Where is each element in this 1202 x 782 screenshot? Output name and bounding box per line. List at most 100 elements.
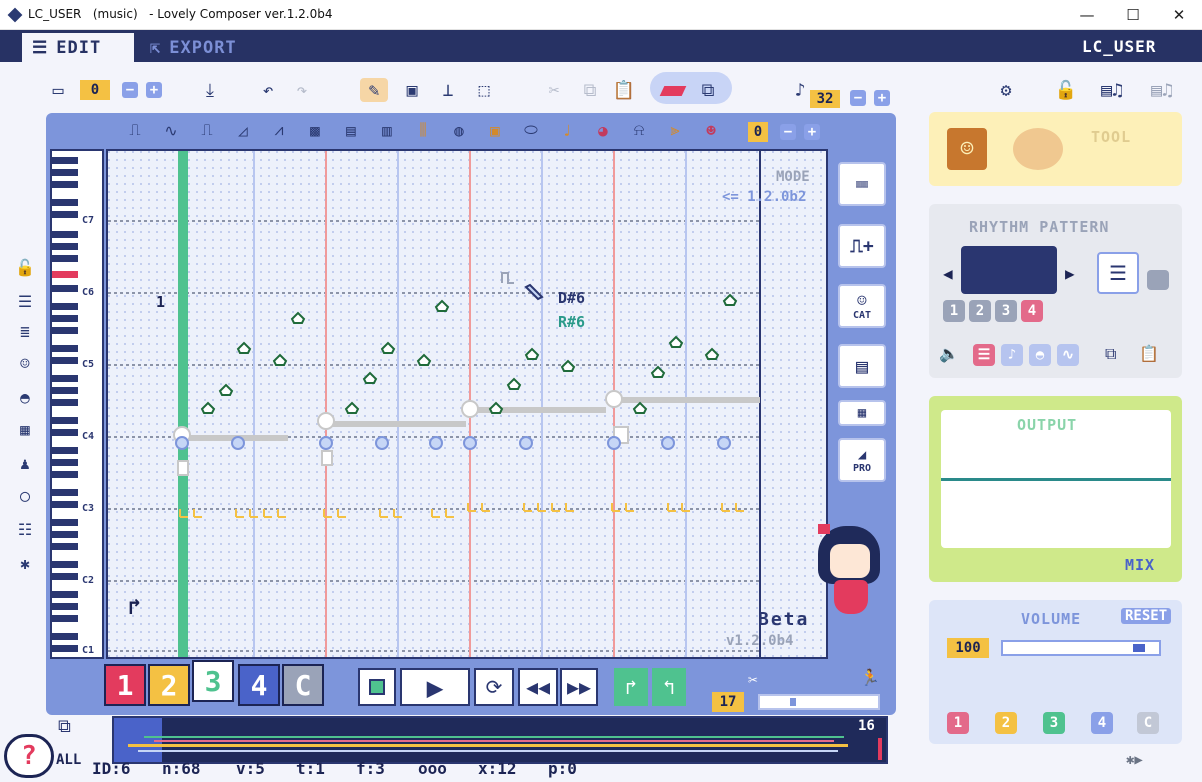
tool-book-icon[interactable]: ☺ (947, 128, 987, 170)
bell-icon[interactable]: ◕ (590, 118, 616, 142)
palette-icon[interactable] (1013, 128, 1063, 170)
keyboard-icon[interactable]: ▦ (12, 416, 38, 442)
circle-icon[interactable]: ◯ (12, 482, 38, 508)
channel-3-button[interactable]: 3 (192, 660, 234, 702)
fast-forward-button[interactable]: ▶▶ (560, 668, 598, 706)
stamp-icon[interactable]: ⊥ (434, 78, 462, 102)
list-bold-icon[interactable]: ≣ (12, 318, 38, 344)
volume-channel-c[interactable]: C (1137, 712, 1159, 734)
piano-black-key[interactable] (52, 345, 78, 352)
piano-black-key[interactable] (52, 429, 78, 436)
piano-highlighted-key[interactable] (52, 271, 78, 278)
copy-pages-icon[interactable]: ⧉ (58, 716, 71, 737)
piano-black-key[interactable] (52, 561, 78, 568)
redo-icon[interactable]: ↷ (288, 78, 316, 102)
piano-black-key[interactable] (52, 591, 78, 598)
piano-black-key[interactable] (52, 399, 78, 406)
piano-black-key[interactable] (52, 327, 78, 334)
piano-black-key[interactable] (52, 303, 78, 310)
piano-roll-grid[interactable]: 1 D#6 R#6 MODE <= 1.2.0b2 ↱ Beta v1.2.0b… (106, 149, 828, 659)
piano-black-key[interactable] (52, 231, 78, 238)
rhythm-drum-button[interactable]: ◓ (1029, 344, 1051, 366)
piano-black-key[interactable] (52, 285, 78, 292)
piano-black-key[interactable] (52, 459, 78, 466)
piano-black-key[interactable] (52, 645, 78, 652)
rhythm-num-4[interactable]: 4 (1021, 300, 1043, 322)
rhythm-num-2[interactable]: 2 (969, 300, 991, 322)
tracks-icon[interactable]: ▤♫ (1090, 78, 1134, 102)
person-icon[interactable]: ♟ (12, 450, 38, 476)
rhythm-num-3[interactable]: 3 (995, 300, 1017, 322)
copy-icon[interactable]: ⧉ (576, 78, 604, 102)
position-slider[interactable] (758, 694, 880, 710)
volume-channel-2[interactable]: 2 (995, 712, 1017, 734)
piano-black-key[interactable] (52, 357, 78, 364)
minimize-button[interactable]: — (1064, 0, 1110, 30)
volume-reset-button[interactable]: RESET (1121, 608, 1172, 624)
note-length-plus-button[interactable]: + (874, 90, 890, 106)
piano-black-key[interactable] (52, 531, 78, 538)
stop-button[interactable] (358, 668, 396, 706)
piano-black-key[interactable] (52, 573, 78, 580)
list-icon[interactable]: ☰ (12, 288, 38, 314)
piano-black-key[interactable] (52, 243, 78, 250)
square-wave-icon[interactable]: ⎍ (122, 118, 148, 142)
sine-wave-icon[interactable]: ∿ (158, 118, 184, 142)
play-button[interactable]: ▶ (400, 668, 470, 706)
eraser-icon[interactable] (659, 86, 687, 96)
help-button[interactable]: ? (4, 734, 54, 778)
piano-black-key[interactable] (52, 181, 78, 188)
channel-c-button[interactable]: C (282, 664, 324, 706)
piano-black-key[interactable] (52, 417, 78, 424)
gear-icon[interactable]: ⚙ (992, 78, 1020, 102)
piano-black-key[interactable] (52, 199, 78, 206)
piano-black-key[interactable] (52, 375, 78, 382)
numbered-list-icon[interactable]: ☷ (12, 516, 38, 542)
cat-button[interactable]: ☺ CAT (838, 284, 886, 328)
bus-icon[interactable]: ▣ (398, 78, 426, 102)
face-icon[interactable]: ◓ (12, 384, 38, 410)
volume-channel-4[interactable]: 4 (1091, 712, 1113, 734)
repeat-right-button[interactable]: ↱ (614, 668, 648, 706)
channel-1-button[interactable]: 1 (104, 664, 146, 706)
rhythm-note-button[interactable]: ♪ (1001, 344, 1023, 366)
slot-minus-button[interactable]: − (122, 82, 138, 98)
rhythm-list-button[interactable]: ☰ (973, 344, 995, 366)
piano-black-key[interactable] (52, 501, 78, 508)
volume-slider[interactable] (1001, 640, 1161, 656)
drum-icon[interactable]: ⬭ (518, 118, 544, 142)
piano-black-key[interactable] (52, 603, 78, 610)
pattern-copy-icon[interactable]: ⧉ (1105, 344, 1116, 364)
folder-icon[interactable]: ▭ (44, 78, 72, 102)
piano-black-key[interactable] (52, 471, 78, 478)
rewind-button[interactable]: ◀◀ (518, 668, 558, 706)
layer-icon[interactable]: ⧉ (694, 78, 722, 102)
rhythm-num-1[interactable]: 1 (943, 300, 965, 322)
piano-black-key[interactable] (52, 387, 78, 394)
instrument-minus-button[interactable]: − (780, 124, 796, 140)
loop-button[interactable]: ⟳ (474, 668, 514, 706)
pulse-wave-icon[interactable]: ⎍ (194, 118, 220, 142)
piano-black-key[interactable] (52, 315, 78, 322)
volume-channel-1[interactable]: 1 (947, 712, 969, 734)
next-pattern-icon[interactable]: ▶ (1065, 264, 1075, 283)
piano-black-key[interactable] (52, 543, 78, 550)
tab-edit[interactable]: ☰ EDIT (22, 33, 134, 62)
piano-black-key[interactable] (52, 615, 78, 622)
note-length-minus-button[interactable]: − (850, 90, 866, 106)
piano-black-key[interactable] (52, 157, 78, 164)
loop-marker-icon[interactable]: ↱ (128, 595, 141, 620)
instrument-plus-button[interactable]: + (804, 124, 820, 140)
music-box-icon[interactable]: ▣ (482, 118, 508, 142)
select-icon[interactable]: ⬚ (470, 78, 498, 102)
piano-black-key[interactable] (52, 519, 78, 526)
star-list-icon[interactable]: ✱ (12, 550, 38, 576)
piano-black-key[interactable] (52, 447, 78, 454)
tracks-disabled-icon[interactable]: ▤♫ (1140, 78, 1184, 102)
piano-roll-mode-button[interactable]: ▥▥ (838, 162, 886, 206)
repeat-left-button[interactable]: ↰ (652, 668, 686, 706)
sequence-overview[interactable]: 16 (112, 716, 888, 764)
palette-button[interactable]: ▦ (838, 400, 886, 426)
pattern-clear-button[interactable] (1147, 270, 1169, 290)
download-icon[interactable]: ⤓ (196, 78, 224, 102)
